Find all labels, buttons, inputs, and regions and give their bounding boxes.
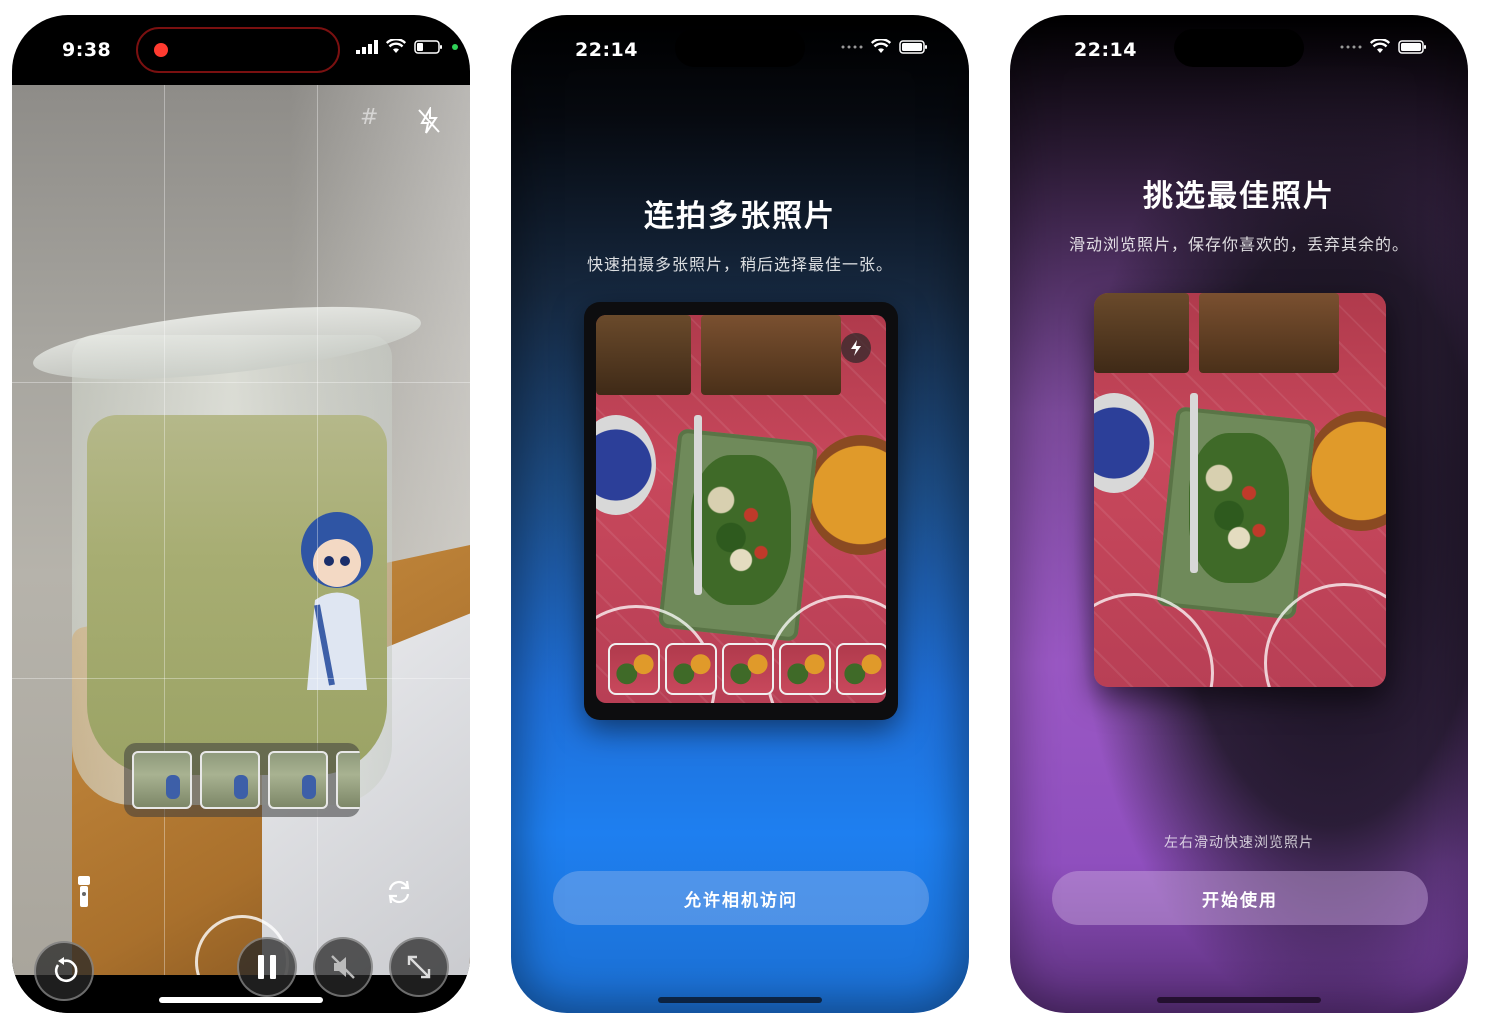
burst-thumbnail[interactable] [132,751,192,809]
swipeable-photo-card[interactable] [1094,293,1386,687]
onboarding-subtitle: 滑动浏览照片，保存你喜欢的，丢弃其余的。 [1068,235,1409,254]
burst-flash-badge [841,333,871,363]
cellular-signal-icon [1340,45,1362,48]
expand-button[interactable] [389,937,449,997]
home-indicator[interactable] [159,997,323,1003]
phone-onboarding-burst: 22:14 连拍多张照片 快速拍摄多张照片，稍后选择最佳一张。 允许相机访问 [511,15,969,1013]
pause-button[interactable] [237,937,297,997]
grid-line [317,85,318,975]
flash-off-icon[interactable] [416,107,442,135]
camera-flip-icon[interactable] [384,877,414,907]
status-icons [1340,39,1428,54]
burst-thumbnail [665,643,717,695]
wifi-icon [871,39,891,53]
battery-icon [899,39,927,54]
mute-icon [331,955,355,979]
burst-thumbnail [779,643,831,695]
allow-camera-button[interactable]: 允许相机访问 [553,871,929,925]
cellular-signal-icon [841,45,863,48]
pause-icon [258,955,276,979]
burst-thumbnail[interactable] [268,751,328,809]
status-icons [841,39,929,54]
burst-thumbnail-strip[interactable] [124,743,360,817]
status-bar: 9:38 [12,15,470,85]
home-indicator[interactable] [658,997,822,1003]
dynamic-island [675,29,805,67]
cellular-signal-icon [356,39,378,54]
get-started-button[interactable]: 开始使用 [1052,871,1428,925]
grid-line [164,85,165,975]
burst-thumbnail [836,643,886,695]
status-time: 9:38 [62,39,112,61]
burst-thumbnail-strip [608,643,886,699]
status-time: 22:14 [575,39,638,61]
swipe-hint: 左右滑动快速浏览照片 [1164,835,1314,851]
grid-line [12,382,470,383]
phone-camera-screen: 9:38 # [12,15,470,1013]
onboarding-title: 挑选最佳照片 [1143,179,1335,214]
battery-icon [1398,39,1426,54]
expand-icon [407,955,431,979]
home-indicator[interactable] [1157,997,1321,1003]
mascot-sticker [301,512,373,690]
status-bar: 22:14 [511,15,969,85]
onboarding-title: 连拍多张照片 [644,199,836,234]
reset-icon [54,957,78,983]
burst-thumbnail[interactable] [200,751,260,809]
onboarding-subtitle: 快速拍摄多张照片，稍后选择最佳一张。 [586,255,893,274]
flashlight-icon[interactable] [76,875,92,909]
wifi-icon [1370,39,1390,53]
grid-line [12,678,470,679]
reset-button[interactable] [34,941,94,1001]
camera-viewfinder[interactable]: # [12,85,470,975]
status-bar: 22:14 [1010,15,1468,85]
burst-thumbnail[interactable] [336,751,360,809]
dynamic-island [1174,29,1304,67]
status-icons [356,39,458,54]
mute-button[interactable] [313,937,373,997]
status-time: 22:14 [1074,39,1137,61]
phone-onboarding-pick: 22:14 挑选最佳照片 滑动浏览照片，保存你喜欢的，丢弃其余的。 左右滑动快速… [1010,15,1468,1013]
lightning-icon [851,340,861,356]
record-dot [154,43,168,57]
grid-toggle-icon[interactable]: # [360,105,378,130]
wifi-icon [386,39,406,53]
recording-indicator [136,27,340,73]
burst-thumbnail [722,643,774,695]
camera-in-use-dot [452,43,458,50]
battery-icon [414,39,442,54]
burst-thumbnail [608,643,660,695]
